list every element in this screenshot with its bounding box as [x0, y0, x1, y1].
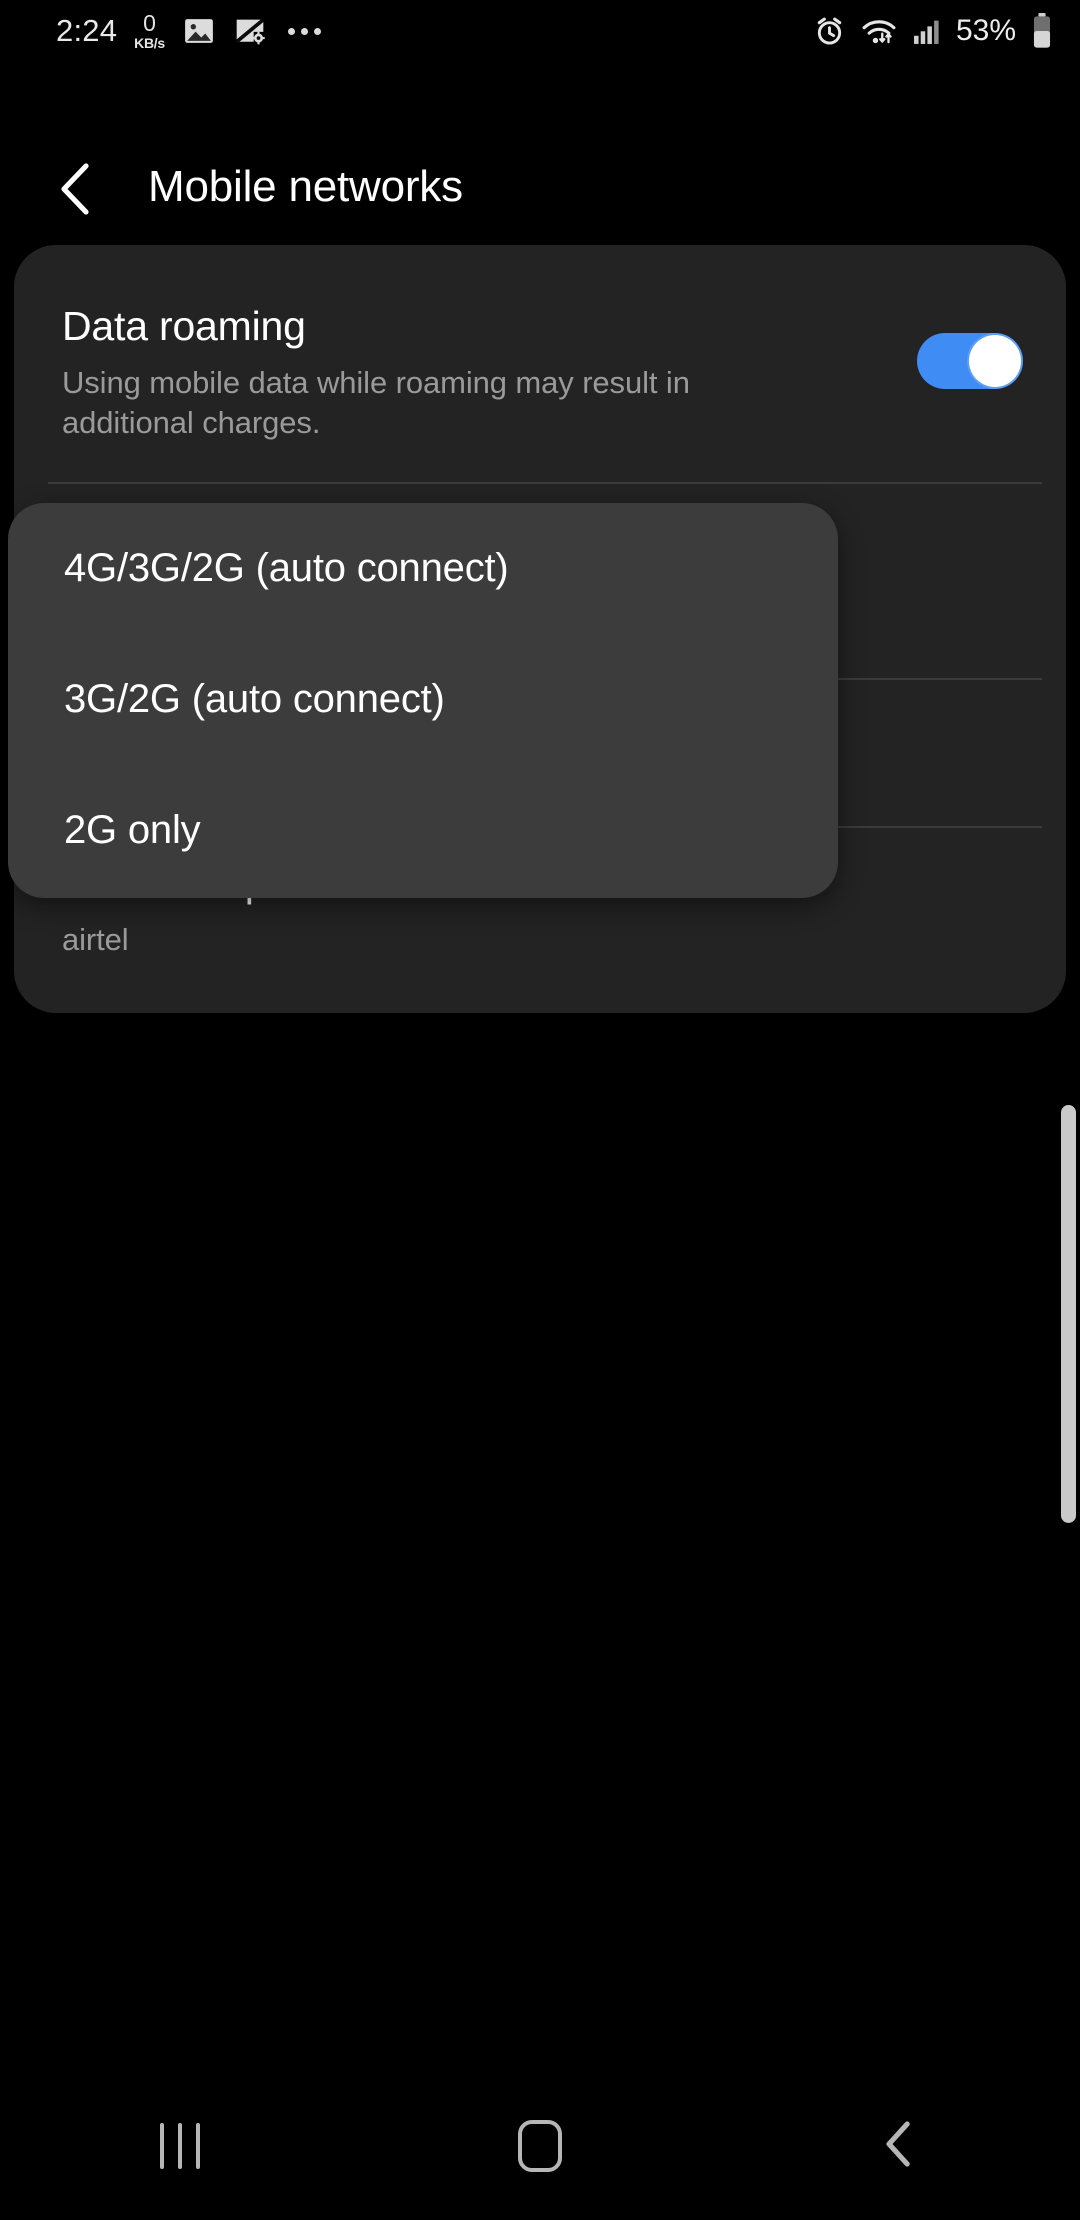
- alarm-icon: [813, 15, 846, 48]
- recents-button[interactable]: [105, 2072, 255, 2220]
- wifi-icon: [860, 15, 898, 48]
- status-bar-right: 53%: [813, 13, 1054, 49]
- phone-screen: 2:24 0 KB/s 53% Mobile networks Data roa…: [0, 0, 1080, 2220]
- status-clock: 2:24: [56, 13, 118, 48]
- network-speed-unit: KB/s: [134, 34, 165, 51]
- home-icon: [518, 2120, 562, 2172]
- image-settings-icon: [233, 14, 267, 48]
- data-roaming-toggle[interactable]: [917, 333, 1023, 389]
- gallery-icon: [182, 14, 216, 48]
- menu-item-3g-2g-auto-connect[interactable]: 3G/2G (auto connect): [8, 634, 838, 765]
- data-roaming-title: Data roaming: [62, 303, 306, 349]
- nav-back-button[interactable]: [825, 2072, 975, 2220]
- menu-item-2g-only[interactable]: 2G only: [8, 765, 838, 896]
- network-speed-indicator: 0 KB/s: [134, 9, 165, 51]
- signal-icon: [912, 16, 942, 46]
- divider: [48, 482, 1042, 484]
- more-dots-icon: [287, 27, 321, 35]
- battery-icon: [1030, 13, 1054, 49]
- back-button[interactable]: [46, 158, 108, 220]
- scrollbar-thumb[interactable]: [1061, 1105, 1076, 1523]
- status-bar-left: 2:24 0 KB/s: [56, 9, 321, 51]
- app-bar: Mobile networks: [0, 62, 1080, 222]
- back-chevron-icon: [883, 2119, 917, 2174]
- network-operators-summary: airtel: [62, 922, 129, 957]
- data-roaming-summary: Using mobile data while roaming may resu…: [62, 365, 690, 440]
- navigation-bar: [0, 2072, 1080, 2220]
- status-bar: 2:24 0 KB/s 53%: [0, 0, 1080, 62]
- data-roaming-row[interactable]: Data roaming Using mobile data while roa…: [14, 245, 1066, 482]
- battery-percent: 53%: [955, 14, 1016, 47]
- network-speed-value: 0: [143, 9, 156, 36]
- data-roaming-texts: Data roaming Using mobile data while roa…: [62, 303, 702, 442]
- home-button[interactable]: [465, 2072, 615, 2220]
- toggle-thumb: [969, 335, 1021, 387]
- network-mode-popup-menu[interactable]: 4G/3G/2G (auto connect) 3G/2G (auto conn…: [8, 503, 838, 898]
- menu-item-4g-3g-2g-auto-connect[interactable]: 4G/3G/2G (auto connect): [8, 503, 838, 634]
- recents-icon: [160, 2123, 200, 2169]
- page-title: Mobile networks: [148, 162, 463, 211]
